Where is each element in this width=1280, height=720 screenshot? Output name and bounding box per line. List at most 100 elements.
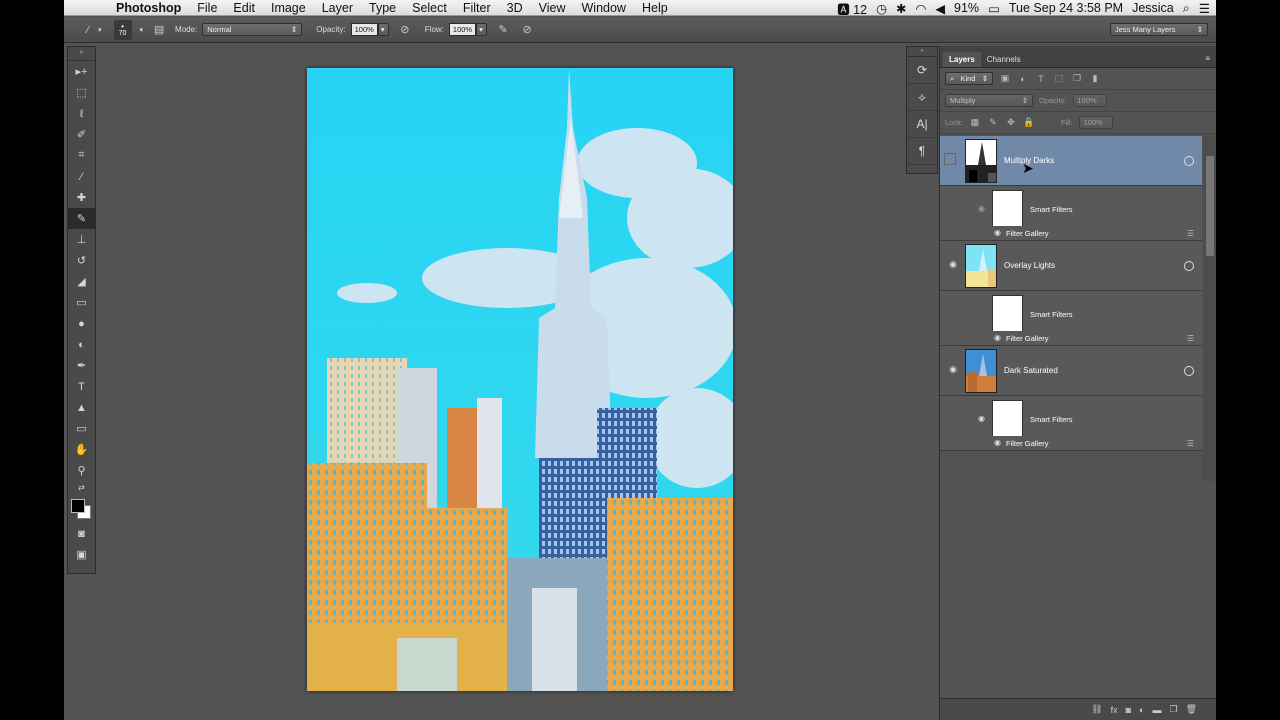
battery-icon[interactable]: ▭ <box>988 1 1000 16</box>
filter-kind-dropdown[interactable]: ⌕ Kind ⇕ <box>945 72 993 85</box>
layer-name[interactable]: Overlay Lights <box>1004 261 1055 270</box>
lasso-tool-icon[interactable]: ℓ <box>68 103 95 124</box>
add-mask-icon[interactable]: ◙ <box>1126 705 1131 715</box>
paths-panel-icon[interactable]: ⟡ <box>907 84 937 111</box>
smart-filters-row[interactable]: Smart Filters <box>940 291 1202 337</box>
tab-channels[interactable]: Channels <box>981 52 1027 67</box>
menu-file[interactable]: File <box>189 0 225 16</box>
brush-size-dropdown-arrow-icon[interactable]: ▾ <box>140 26 144 34</box>
lock-pixels-icon[interactable]: ✎ <box>987 117 999 129</box>
opacity-slider-arrow-icon[interactable]: ▾ <box>377 23 389 36</box>
menu-select[interactable]: Select <box>404 0 455 16</box>
filter-adjustment-icon[interactable]: ◐ <box>1017 73 1029 85</box>
quick-selection-tool-icon[interactable]: ✐ <box>68 124 95 145</box>
notification-center-icon[interactable]: ☰ <box>1199 1 1210 16</box>
new-group-icon[interactable]: ▬ <box>1152 705 1161 715</box>
menu-view[interactable]: View <box>531 0 574 16</box>
menu-window[interactable]: Window <box>574 0 634 16</box>
rectangle-tool-icon[interactable]: ▭ <box>68 418 95 439</box>
hand-tool-icon[interactable]: ✋ <box>68 439 95 460</box>
opacity-field[interactable]: 100% <box>350 23 378 36</box>
brush-panel-toggle-icon[interactable]: ▤ <box>151 22 167 38</box>
filter-gallery-row[interactable]: ◉ Filter Gallery ☰ <box>940 436 1202 451</box>
layer-row[interactable]: ◉ Dark Saturated <box>940 346 1202 396</box>
layer-row[interactable]: Multiply Darks <box>940 136 1202 186</box>
filter-type-icon[interactable]: T <box>1035 73 1047 85</box>
clone-stamp-tool-icon[interactable]: ⊥ <box>68 229 95 250</box>
spotlight-search-icon[interactable]: ⌕ <box>1183 1 1190 16</box>
screen-mode-icon[interactable]: ▣ <box>68 544 95 565</box>
volume-icon[interactable]: ◀ <box>935 1 945 16</box>
layer-row[interactable]: ◉ Overlay Lights <box>940 241 1202 291</box>
brush-size-value[interactable]: 70 <box>119 30 127 37</box>
airbrush-icon[interactable]: ✎ <box>495 22 511 38</box>
menu-help[interactable]: Help <box>634 0 676 16</box>
fill-field[interactable]: 100% <box>1078 116 1113 129</box>
menu-image[interactable]: Image <box>263 0 314 16</box>
layer-opacity-field[interactable]: 100% <box>1072 94 1107 107</box>
type-tool-icon[interactable]: T <box>68 376 95 397</box>
history-brush-tool-icon[interactable]: ↺ <box>68 250 95 271</box>
quick-mask-icon[interactable]: ◙ <box>68 523 95 544</box>
menu-filter[interactable]: Filter <box>455 0 499 16</box>
foreground-color-swatch[interactable] <box>71 499 85 513</box>
mode-dropdown[interactable]: Normal ⇕ <box>202 23 303 36</box>
trash-icon[interactable]: 🗑 <box>1186 704 1197 715</box>
filter-smart-object-icon[interactable]: ❐ <box>1071 73 1083 85</box>
flow-slider-arrow-icon[interactable]: ▾ <box>476 23 488 36</box>
filter-blending-options-icon[interactable]: ☰ <box>1187 439 1194 448</box>
tab-layers[interactable]: Layers <box>943 52 981 67</box>
panel-grip[interactable]: » <box>68 47 95 61</box>
crop-tool-icon[interactable]: ⌗ <box>68 145 95 166</box>
filter-shape-icon[interactable]: ⬚ <box>1053 73 1065 85</box>
visibility-toggle-off[interactable] <box>944 153 956 165</box>
preset-dropdown-arrow-icon[interactable]: ▾ <box>98 26 102 34</box>
adjustment-layer-icon[interactable]: ◐ <box>1139 705 1144 715</box>
dodge-tool-icon[interactable]: ◐ <box>68 334 95 355</box>
workspace-dropdown[interactable]: Jess Many Layers ⇕ <box>1110 23 1208 36</box>
layer-name[interactable]: Dark Saturated <box>1004 366 1058 375</box>
new-layer-icon[interactable]: ❐ <box>1169 704 1177 715</box>
move-tool-icon[interactable]: ▸+ <box>68 61 95 82</box>
lock-transparent-icon[interactable]: ▦ <box>969 117 981 129</box>
pressure-size-icon[interactable]: ⊘ <box>519 22 535 38</box>
clock[interactable]: Tue Sep 24 3:58 PM <box>1009 1 1123 15</box>
eye-icon[interactable]: ◉ <box>946 259 960 271</box>
healing-brush-tool-icon[interactable]: ✚ <box>68 187 95 208</box>
layers-scrollbar-thumb[interactable] <box>1206 156 1214 256</box>
flow-field[interactable]: 100% <box>448 23 477 36</box>
swap-colors-icon[interactable]: ⇄ <box>68 481 95 493</box>
link-layers-icon[interactable]: ⛓ <box>1091 704 1102 715</box>
panel-menu-icon[interactable]: ≡ <box>1205 54 1210 67</box>
battery-percent[interactable]: 91% <box>954 1 979 15</box>
eyedropper-tool-icon[interactable]: ⁄ <box>68 166 95 187</box>
blend-mode-dropdown[interactable]: Multiply ⇕ <box>945 94 1033 107</box>
smart-filters-row[interactable]: ◉ Smart Filters <box>940 396 1202 442</box>
zoom-tool-icon[interactable]: ⚲ <box>68 460 95 481</box>
eye-icon[interactable]: ◉ <box>994 228 1001 237</box>
filter-toggle-icon[interactable]: ▮ <box>1089 73 1101 85</box>
menu-edit[interactable]: Edit <box>225 0 263 16</box>
menu-type[interactable]: Type <box>361 0 404 16</box>
eraser-tool-icon[interactable]: ◢ <box>68 271 95 292</box>
filter-gallery-row[interactable]: ◉ Filter Gallery ☰ <box>940 331 1202 346</box>
filter-blending-options-icon[interactable]: ☰ <box>1187 229 1194 238</box>
pen-tool-icon[interactable]: ✒ <box>68 355 95 376</box>
filter-pixel-icon[interactable]: ▣ <box>999 73 1011 85</box>
filter-gallery-row[interactable]: ◉ Filter Gallery ☰ <box>940 226 1202 241</box>
wifi-icon[interactable]: ◠ <box>915 1 926 16</box>
bluetooth-icon[interactable]: ✱ <box>896 1 906 16</box>
menu-layer[interactable]: Layer <box>314 0 361 16</box>
document-canvas[interactable] <box>307 68 733 691</box>
eye-icon[interactable]: ◉ <box>994 333 1001 342</box>
dock-grip[interactable]: « <box>907 47 937 57</box>
marquee-tool-icon[interactable]: ⬚ <box>68 82 95 103</box>
eye-icon[interactable]: ◉ <box>994 438 1001 447</box>
adobe-status-icon[interactable]: 🅰 12 <box>837 0 867 18</box>
history-panel-icon[interactable]: ⟳ <box>907 57 937 84</box>
brush-tool-icon[interactable]: ✎ <box>68 208 95 229</box>
gradient-tool-icon[interactable]: ▭ <box>68 292 95 313</box>
eye-icon[interactable]: ◉ <box>946 364 960 376</box>
menu-app-name[interactable]: Photoshop <box>108 0 189 16</box>
pressure-opacity-icon[interactable]: ⊘ <box>397 22 413 38</box>
